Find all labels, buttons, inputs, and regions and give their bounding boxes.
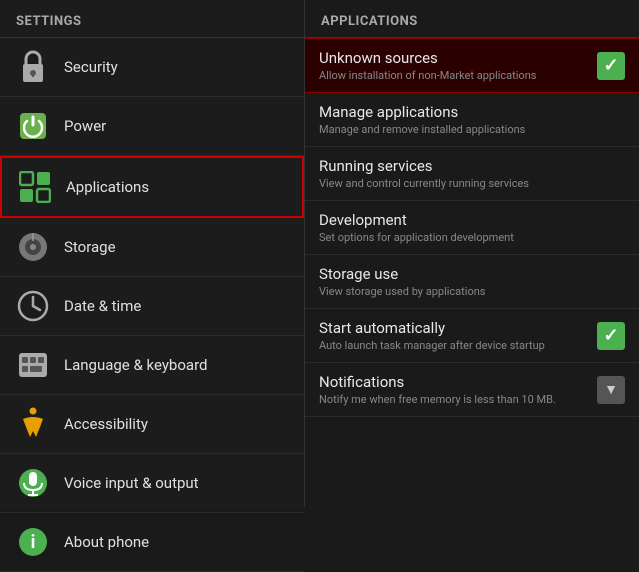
sidebar-item-security[interactable]: Security (0, 38, 304, 97)
storage-icon (14, 228, 52, 266)
sidebar-item-datetime[interactable]: Date & time (0, 277, 304, 336)
app-item-text-start-automatically: Start automatically Auto launch task man… (319, 319, 589, 352)
sidebar-item-label-accessibility: Accessibility (64, 415, 148, 433)
app-item-development[interactable]: Development Set options for application … (305, 201, 639, 255)
right-panel-header: Applications (305, 0, 639, 38)
start-automatically-checkbox[interactable] (597, 322, 625, 350)
chevron-down-icon[interactable] (597, 376, 625, 404)
notifications-dropdown[interactable] (597, 376, 625, 404)
clock-icon (14, 287, 52, 325)
app-item-text-storage-use: Storage use View storage used by applica… (319, 265, 625, 298)
app-item-subtitle-development: Set options for application development (319, 231, 625, 244)
voice-icon (14, 464, 52, 502)
app-item-start-automatically[interactable]: Start automatically Auto launch task man… (305, 309, 639, 363)
sidebar-item-label-storage: Storage (64, 238, 116, 256)
app-item-text-notifications: Notifications Notify me when free memory… (319, 373, 589, 406)
unknown-sources-checkbox[interactable] (597, 52, 625, 80)
app-item-notifications[interactable]: Notifications Notify me when free memory… (305, 363, 639, 417)
applications-title: Applications (321, 14, 418, 29)
left-panel: Settings Security Power (0, 0, 305, 507)
app-item-subtitle-manage-applications: Manage and remove installed applications (319, 123, 625, 136)
info-icon: i (14, 523, 52, 561)
app-item-title-development: Development (319, 211, 625, 229)
app-item-title-unknown-sources: Unknown sources (319, 49, 589, 67)
svg-text:i: i (31, 532, 36, 553)
app-item-title-notifications: Notifications (319, 373, 589, 391)
app-item-title-manage-applications: Manage applications (319, 103, 625, 121)
sidebar-item-accessibility[interactable]: Accessibility (0, 395, 304, 454)
sidebar-item-power[interactable]: Power (0, 97, 304, 156)
left-panel-header: Settings (0, 0, 304, 38)
sidebar-item-label-applications: Applications (66, 178, 149, 196)
app-item-unknown-sources[interactable]: Unknown sources Allow installation of no… (305, 38, 639, 93)
accessibility-icon (14, 405, 52, 443)
app-item-subtitle-start-automatically: Auto launch task manager after device st… (319, 339, 589, 352)
checkbox-start-auto-checked[interactable] (597, 322, 625, 350)
sidebar-item-label-language: Language & keyboard (64, 356, 207, 374)
sidebar-item-voice[interactable]: Voice input & output (0, 454, 304, 513)
app-item-subtitle-running-services: View and control currently running servi… (319, 177, 625, 190)
sidebar-item-storage[interactable]: Storage (0, 218, 304, 277)
app-item-manage-applications[interactable]: Manage applications Manage and remove in… (305, 93, 639, 147)
apps-icon (16, 168, 54, 206)
app-item-title-storage-use: Storage use (319, 265, 625, 283)
checkbox-checked-green[interactable] (597, 52, 625, 80)
right-panel: Applications Unknown sources Allow insta… (305, 0, 639, 507)
app-item-text-manage-applications: Manage applications Manage and remove in… (319, 103, 625, 136)
app-item-subtitle-storage-use: View storage used by applications (319, 285, 625, 298)
lock-icon (14, 48, 52, 86)
app-item-storage-use[interactable]: Storage use View storage used by applica… (305, 255, 639, 309)
app-item-title-running-services: Running services (319, 157, 625, 175)
settings-title: Settings (16, 14, 82, 29)
sidebar-item-label-power: Power (64, 117, 106, 135)
app-item-running-services[interactable]: Running services View and control curren… (305, 147, 639, 201)
sidebar-item-applications[interactable]: Applications (0, 156, 304, 218)
sidebar-item-label-about: About phone (64, 533, 149, 551)
sidebar-item-language[interactable]: Language & keyboard (0, 336, 304, 395)
language-icon (14, 346, 52, 384)
sidebar-item-about[interactable]: i About phone (0, 513, 304, 572)
app-item-title-start-automatically: Start automatically (319, 319, 589, 337)
app-item-text-development: Development Set options for application … (319, 211, 625, 244)
app-item-text-unknown-sources: Unknown sources Allow installation of no… (319, 49, 589, 82)
power-icon (14, 107, 52, 145)
sidebar-item-label-datetime: Date & time (64, 297, 141, 315)
app-item-subtitle-unknown-sources: Allow installation of non-Market applica… (319, 69, 589, 82)
sidebar-item-label-voice: Voice input & output (64, 474, 199, 492)
sidebar-item-label-security: Security (64, 58, 118, 76)
app-item-text-running-services: Running services View and control curren… (319, 157, 625, 190)
app-item-subtitle-notifications: Notify me when free memory is less than … (319, 393, 589, 406)
